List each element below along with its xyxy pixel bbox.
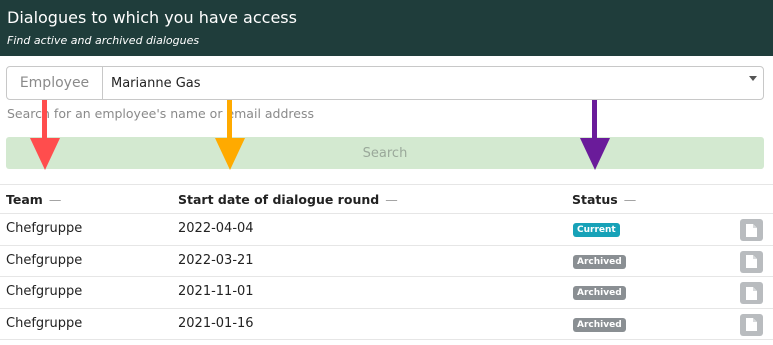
start-date-cell: 2022-03-21 (178, 252, 254, 268)
team-cell: Chefgruppe (6, 252, 83, 268)
team-cell: Chefgruppe (6, 221, 83, 236)
orange-arrow-icon (215, 100, 245, 170)
document-icon (746, 255, 757, 268)
open-document-button[interactable] (740, 282, 763, 304)
open-document-button[interactable] (740, 219, 763, 241)
red-arrow-icon (30, 100, 60, 170)
start-date-cell: 2022-04-04 (178, 221, 254, 236)
table-row: Chefgruppe 2021-01-16 Archived (0, 309, 773, 340)
sort-icon: — (48, 192, 62, 207)
page-subtitle: Find active and archived dialogues (7, 34, 200, 47)
sort-icon: — (385, 192, 398, 207)
search-button[interactable]: Search (6, 137, 764, 169)
sort-icon: — (623, 192, 637, 207)
column-header-status[interactable]: Status — (572, 192, 636, 207)
employee-addon-label: Employee (7, 67, 103, 99)
column-header-team[interactable]: Team — (6, 192, 61, 207)
column-header-start-date[interactable]: Start date of dialogue round — (178, 192, 398, 207)
table-row: Chefgruppe 2022-03-21 Archived (0, 246, 773, 277)
table-row: Chefgruppe 2022-04-04 Current (0, 214, 773, 246)
page-title: Dialogues to which you have access (7, 8, 297, 27)
status-badge: Archived (573, 254, 626, 269)
document-icon (746, 318, 757, 331)
employee-filter: Employee Marianne Gas (6, 66, 764, 100)
team-cell: Chefgruppe (6, 284, 83, 299)
purple-arrow-icon (580, 100, 610, 170)
table-row: Chefgruppe 2021-11-01 Archived (0, 277, 773, 309)
status-badge: Current (573, 223, 620, 237)
employee-selected-value: Marianne Gas (111, 75, 201, 91)
open-document-button[interactable] (740, 250, 763, 273)
team-cell: Chefgruppe (6, 315, 83, 331)
chevron-down-icon (749, 76, 757, 81)
table-header: Team — Start date of dialogue round — Stat… (0, 184, 773, 214)
start-date-cell: 2021-01-16 (178, 315, 254, 331)
open-document-button[interactable] (740, 313, 763, 336)
status-badge: Archived (573, 317, 626, 332)
status-badge: Archived (573, 286, 626, 300)
dialogues-table: Team — Start date of dialogue round — Stat… (0, 184, 773, 340)
document-icon (746, 223, 757, 237)
document-icon (746, 286, 757, 300)
employee-select[interactable]: Marianne Gas (103, 67, 763, 99)
page-header: Dialogues to which you have access Find … (0, 0, 773, 56)
start-date-cell: 2021-11-01 (178, 284, 254, 299)
